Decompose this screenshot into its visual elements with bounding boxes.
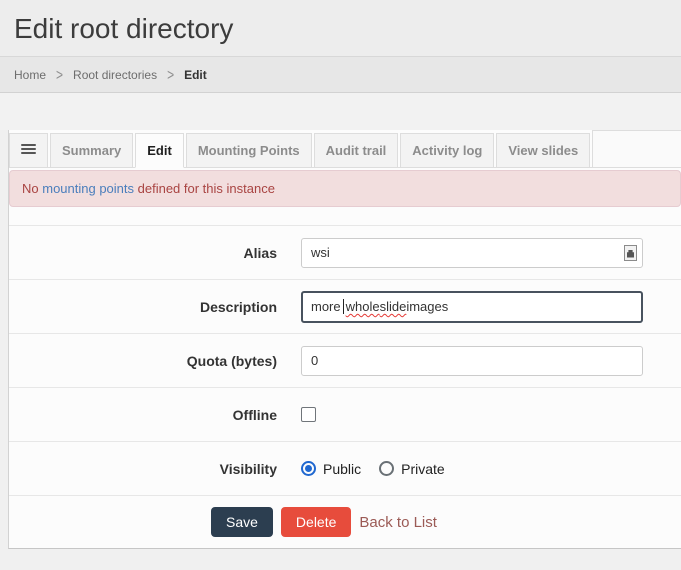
offline-checkbox[interactable] — [301, 407, 316, 422]
tab-view-slides[interactable]: View slides — [496, 133, 590, 168]
description-text-before-caret: more — [311, 299, 341, 314]
quota-label: Quota (bytes) — [9, 353, 301, 369]
description-row: Description more whole slide images — [9, 279, 681, 333]
description-text-after: images — [406, 299, 448, 314]
visibility-radio-public[interactable] — [301, 461, 316, 476]
visibility-row: Visibility Public Private — [9, 441, 681, 495]
misspelled-word: whole — [346, 299, 380, 314]
alias-label: Alias — [9, 245, 301, 261]
quota-row: Quota (bytes) — [9, 333, 681, 387]
alert-text-prefix: No — [22, 181, 42, 196]
visibility-label: Visibility — [9, 461, 301, 477]
description-input[interactable]: more whole slide images — [301, 291, 643, 323]
delete-button[interactable]: Delete — [281, 507, 351, 537]
breadcrumb-item-edit: Edit — [184, 68, 207, 82]
offline-label: Offline — [9, 407, 301, 423]
form-actions: Save Delete Back to List — [9, 495, 681, 548]
chevron-right-icon: > — [167, 65, 174, 83]
breadcrumb-item-home[interactable]: Home — [14, 68, 46, 82]
misspelled-word: slide — [380, 299, 407, 314]
autofill-icon[interactable] — [624, 245, 637, 261]
tab-menu[interactable] — [9, 133, 48, 168]
tab-edit[interactable]: Edit — [135, 133, 184, 168]
visibility-radio-group: Public Private — [301, 461, 445, 477]
quota-input[interactable] — [301, 346, 643, 376]
hamburger-icon — [21, 144, 36, 156]
text-caret — [343, 299, 344, 314]
alert-text-suffix: defined for this instance — [134, 181, 275, 196]
visibility-radio-private[interactable] — [379, 461, 394, 476]
chevron-right-icon: > — [56, 65, 63, 83]
spacer-band — [0, 93, 681, 130]
back-to-list-link[interactable]: Back to List — [359, 514, 437, 531]
edit-form: Alias Description more whole slide images… — [9, 207, 681, 548]
save-button[interactable]: Save — [211, 507, 273, 537]
breadcrumb-item-root-directories[interactable]: Root directories — [73, 68, 157, 82]
tab-audit-trail[interactable]: Audit trail — [314, 133, 399, 168]
offline-row: Offline — [9, 387, 681, 441]
content-panel: Summary Edit Mounting Points Audit trail… — [8, 130, 681, 549]
alias-input[interactable] — [301, 238, 643, 268]
tab-summary[interactable]: Summary — [50, 133, 133, 168]
page-title: Edit root directory — [14, 13, 681, 45]
description-label: Description — [9, 299, 301, 315]
mounting-points-link[interactable]: mounting points — [42, 181, 134, 196]
no-mounting-points-alert: No mounting points defined for this inst… — [9, 170, 681, 207]
breadcrumb: Home > Root directories > Edit — [0, 57, 681, 93]
tab-bar: Summary Edit Mounting Points Audit trail… — [9, 130, 681, 168]
visibility-radio-public-label[interactable]: Public — [323, 461, 361, 477]
page-header: Edit root directory — [0, 0, 681, 57]
tab-activity-log[interactable]: Activity log — [400, 133, 494, 168]
page: Edit root directory Home > Root director… — [0, 0, 681, 570]
tab-bar-filler — [592, 130, 681, 168]
alias-row: Alias — [9, 225, 681, 279]
visibility-radio-private-label[interactable]: Private — [401, 461, 445, 477]
tab-mounting-points[interactable]: Mounting Points — [186, 133, 312, 168]
